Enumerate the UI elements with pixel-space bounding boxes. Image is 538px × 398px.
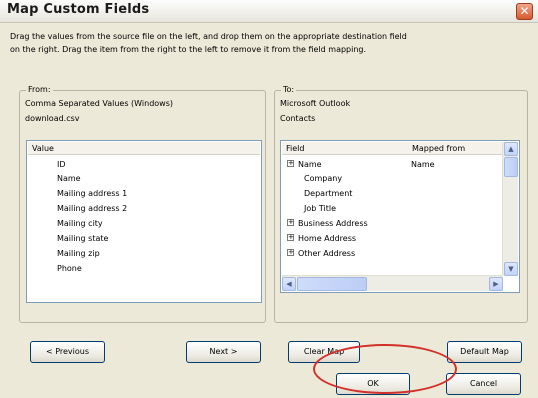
default-map-button[interactable]: Default Map (447, 341, 522, 363)
previous-button[interactable]: < Previous (30, 341, 105, 363)
dest-row-job-title[interactable]: Job Title (304, 202, 336, 215)
vertical-scrollbar[interactable]: ▲ ▼ (502, 142, 518, 276)
source-item-mailing-address-1[interactable]: Mailing address 1 (57, 187, 127, 200)
source-item-id[interactable]: ID (57, 158, 66, 171)
scroll-up-icon[interactable]: ▲ (504, 142, 518, 156)
cancel-button[interactable]: Cancel (446, 373, 521, 395)
dest-row-home-address[interactable]: + Home Address (287, 232, 356, 245)
dest-app: Microsoft Outlook (280, 99, 351, 108)
source-item-phone[interactable]: Phone (57, 262, 82, 275)
ok-highlight-annotation (313, 344, 457, 394)
close-icon[interactable]: ✕ (516, 3, 533, 20)
dest-folder: Contacts (280, 114, 316, 123)
dest-row-company[interactable]: Company (304, 172, 342, 185)
expand-icon[interactable]: + (287, 234, 294, 241)
vertical-scroll-thumb[interactable] (504, 157, 518, 177)
instructions-text: Drag the values from the source file on … (10, 30, 530, 56)
source-file: download.csv (25, 114, 80, 123)
scroll-right-icon[interactable]: ▶ (489, 277, 503, 291)
expand-icon[interactable]: + (287, 160, 294, 167)
source-item-mailing-city[interactable]: Mailing city (57, 217, 103, 230)
source-field-list[interactable]: Value ID Name Mailing address 1 Mailing … (26, 140, 262, 303)
horizontal-scrollbar[interactable]: ◀ ▶ (282, 275, 503, 291)
dest-row-department[interactable]: Department (304, 187, 352, 200)
dest-row-other-address[interactable]: + Other Address (287, 247, 355, 260)
expand-icon[interactable]: + (287, 219, 294, 226)
destination-field-list[interactable]: Field Mapped from + Name Name Company Dep… (280, 140, 520, 293)
mapped-from-column-header[interactable]: Mapped from (412, 144, 465, 153)
source-item-mailing-address-2[interactable]: Mailing address 2 (57, 202, 127, 215)
mapped-value: Name (411, 160, 435, 169)
from-group-label: From: (26, 85, 53, 94)
scroll-down-icon[interactable]: ▼ (504, 262, 518, 276)
dest-list-header: Field Mapped from (282, 142, 502, 155)
source-item-mailing-state[interactable]: Mailing state (57, 232, 108, 245)
source-item-mailing-zip[interactable]: Mailing zip (57, 247, 100, 260)
source-item-name[interactable]: Name (57, 172, 81, 185)
title-bar: Map Custom Fields ✕ (0, 0, 538, 23)
instructions-line-1: Drag the values from the source file on … (10, 32, 407, 41)
value-column-header[interactable]: Value (32, 144, 54, 153)
source-type: Comma Separated Values (Windows) (25, 99, 173, 108)
scroll-left-icon[interactable]: ◀ (282, 277, 296, 291)
dest-row-business-address[interactable]: + Business Address (287, 217, 368, 230)
expand-icon[interactable]: + (287, 249, 294, 256)
field-column-header[interactable]: Field (286, 144, 304, 153)
to-group-label: To: (281, 85, 297, 94)
dest-row-name[interactable]: + Name Name (287, 158, 487, 171)
source-list-header: Value (28, 142, 260, 155)
window-title: Map Custom Fields (7, 2, 150, 17)
horizontal-scroll-thumb[interactable] (297, 277, 367, 291)
instructions-line-2: on the right. Drag the item from the rig… (10, 45, 367, 54)
next-button[interactable]: Next > (186, 341, 261, 363)
